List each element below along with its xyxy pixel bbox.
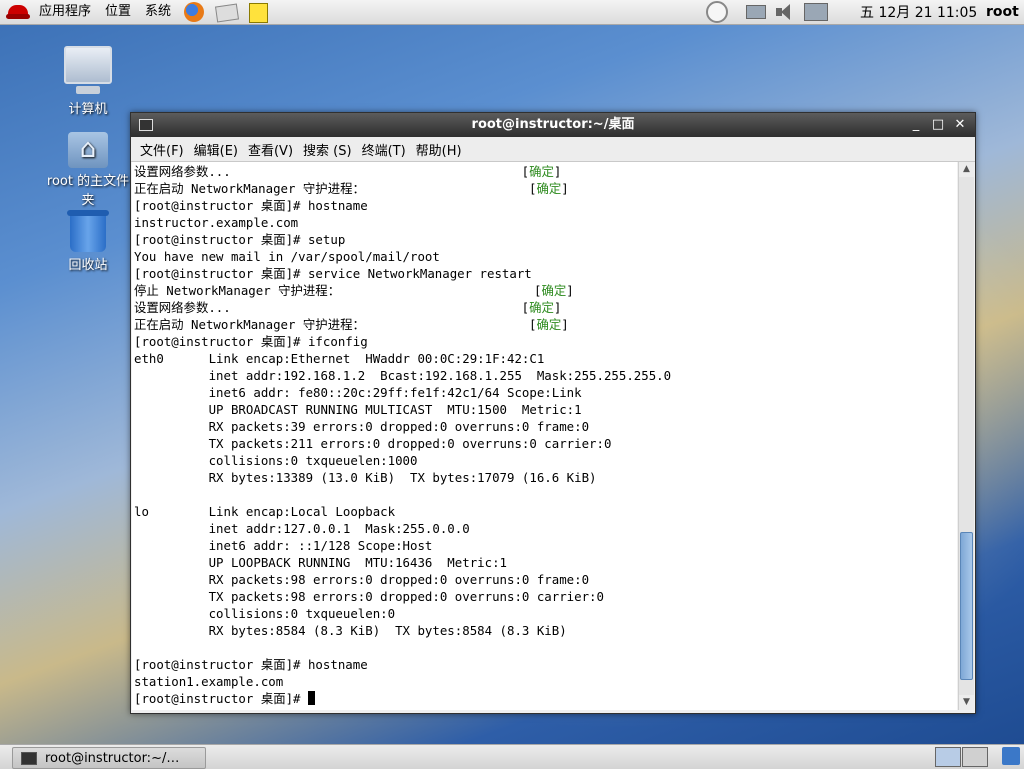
panel-clock[interactable]: 五 12月 21 11:05 bbox=[860, 2, 977, 22]
terminal-line: 正在启动 NetworkManager 守护进程： [确定] bbox=[134, 181, 569, 196]
menu-terminal[interactable]: 终端(T) bbox=[357, 140, 411, 159]
terminal-cursor bbox=[307, 691, 315, 705]
terminal-line: RX bytes:8584 (8.3 KiB) TX bytes:8584 (8… bbox=[134, 623, 567, 638]
workspace-1[interactable] bbox=[935, 747, 961, 767]
workspace-2[interactable] bbox=[962, 747, 988, 767]
notes-launcher-icon[interactable] bbox=[246, 1, 270, 23]
status-ok-label: 确定 bbox=[529, 300, 554, 315]
terminal-scrollbar[interactable]: ▲ ▼ bbox=[958, 162, 974, 710]
status-ok-label: 确定 bbox=[536, 181, 562, 196]
menu-edit[interactable]: 编辑(E) bbox=[189, 140, 243, 159]
menu-view[interactable]: 查看(V) bbox=[243, 140, 298, 159]
scroll-down-arrow-icon[interactable]: ▼ bbox=[959, 695, 974, 710]
scroll-up-arrow-icon[interactable]: ▲ bbox=[959, 162, 974, 177]
desktop-icon-computer[interactable]: 计算机 bbox=[42, 46, 134, 117]
trash-applet-icon[interactable] bbox=[1002, 747, 1020, 765]
terminal-line: 停止 NetworkManager 守护进程： [确定] bbox=[134, 283, 574, 298]
terminal-line: [root@instructor 桌面]# hostname bbox=[134, 657, 368, 672]
terminal-line: [root@instructor 桌面]# ifconfig bbox=[134, 334, 368, 349]
terminal-line: 正在启动 NetworkManager 守护进程： [确定] bbox=[134, 317, 569, 332]
network-printer-icon[interactable] bbox=[746, 5, 766, 19]
terminal-line: TX packets:98 errors:0 dropped:0 overrun… bbox=[134, 589, 604, 604]
computer-icon bbox=[64, 46, 112, 94]
terminal-line: [root@instructor 桌面]# service NetworkMan… bbox=[134, 266, 532, 281]
network-icon[interactable] bbox=[804, 3, 828, 21]
terminal-line: UP BROADCAST RUNNING MULTICAST MTU:1500 … bbox=[134, 402, 582, 417]
terminal-line: You have new mail in /var/spool/mail/roo… bbox=[134, 249, 440, 264]
terminal-line: UP LOOPBACK RUNNING MTU:16436 Metric:1 bbox=[134, 555, 507, 570]
window-titlebar[interactable]: root@instructor:~/桌面 _ □ ✕ bbox=[131, 113, 975, 137]
minimize-button[interactable]: _ bbox=[907, 116, 925, 134]
terminal-line: 设置网络参数... [确定] bbox=[134, 300, 562, 315]
desktop-icon-label: 回收站 bbox=[68, 258, 108, 273]
terminal-line: inet6 addr: fe80::20c:29ff:fe1f:42c1/64 … bbox=[134, 385, 582, 400]
bottom-panel: root@instructor:~/… bbox=[0, 744, 1024, 769]
status-ok-label: 确定 bbox=[529, 164, 554, 179]
terminal-line: RX packets:39 errors:0 dropped:0 overrun… bbox=[134, 419, 590, 434]
menu-system[interactable]: 系统 bbox=[138, 0, 178, 24]
scrollbar-thumb[interactable] bbox=[960, 532, 973, 680]
terminal-line: inet6 addr: ::1/128 Scope:Host bbox=[134, 538, 433, 553]
terminal-line: TX packets:211 errors:0 dropped:0 overru… bbox=[134, 436, 612, 451]
redhat-logo-icon[interactable] bbox=[6, 2, 30, 22]
menu-help[interactable]: 帮助(H) bbox=[411, 140, 467, 159]
terminal-line: [root@instructor 桌面]# bbox=[134, 691, 308, 706]
terminal-text: 设置网络参数... [确定] 正在启动 NetworkManager 守护进程：… bbox=[132, 162, 957, 708]
window-menubar: 文件(F) 编辑(E) 查看(V) 搜索 (S) 终端(T) 帮助(H) bbox=[131, 137, 975, 162]
terminal-line: 设置网络参数... [确定] bbox=[134, 164, 562, 179]
terminal-line: station1.example.com bbox=[134, 674, 284, 689]
volume-icon[interactable] bbox=[776, 4, 796, 20]
desktop-icon-label: root 的主文件夹 bbox=[46, 174, 130, 208]
terminal-line: inet addr:192.168.1.2 Bcast:192.168.1.25… bbox=[134, 368, 672, 383]
window-title: root@instructor:~/桌面 bbox=[471, 117, 635, 132]
desktop-icon-label: 计算机 bbox=[68, 102, 108, 117]
terminal-line: collisions:0 txqueuelen:0 bbox=[134, 606, 396, 621]
mail-launcher-icon[interactable] bbox=[214, 1, 240, 23]
terminal-line: instructor.example.com bbox=[134, 215, 299, 230]
trash-icon bbox=[67, 210, 109, 252]
taskbar-label: root@instructor:~/… bbox=[45, 750, 180, 766]
maximize-button[interactable]: □ bbox=[929, 116, 947, 134]
desktop-icon-trash[interactable]: 回收站 bbox=[42, 210, 134, 273]
menu-places[interactable]: 位置 bbox=[98, 0, 138, 24]
top-panel: 应用程序 位置 系统 五 12月 21 11:05 root bbox=[0, 0, 1024, 25]
clock-applet-icon[interactable] bbox=[706, 1, 728, 23]
terminal-line: [root@instructor 桌面]# setup bbox=[134, 232, 346, 247]
terminal-icon bbox=[21, 751, 37, 765]
terminal-line: collisions:0 txqueuelen:1000 bbox=[134, 453, 418, 468]
terminal-line: RX bytes:13389 (13.0 KiB) TX bytes:17079… bbox=[134, 470, 597, 485]
desktop-icon-home[interactable]: root 的主文件夹 bbox=[42, 132, 134, 208]
menu-file[interactable]: 文件(F) bbox=[135, 140, 189, 159]
firefox-launcher-icon[interactable] bbox=[182, 1, 206, 23]
status-ok-label: 确定 bbox=[536, 317, 562, 332]
terminal-line: inet addr:127.0.0.1 Mask:255.0.0.0 bbox=[134, 521, 470, 536]
menu-applications[interactable]: 应用程序 bbox=[32, 0, 98, 24]
home-folder-icon bbox=[68, 132, 108, 168]
menu-search[interactable]: 搜索 (S) bbox=[298, 140, 357, 159]
panel-user[interactable]: root bbox=[986, 4, 1019, 20]
terminal-line: lo Link encap:Local Loopback bbox=[134, 504, 396, 519]
status-ok-label: 确定 bbox=[541, 283, 567, 298]
close-button[interactable]: ✕ bbox=[951, 116, 969, 134]
taskbar-terminal-button[interactable]: root@instructor:~/… bbox=[12, 747, 206, 769]
terminal-line: [root@instructor 桌面]# hostname bbox=[134, 198, 368, 213]
terminal-line: eth0 Link encap:Ethernet HWaddr 00:0C:29… bbox=[134, 351, 545, 366]
terminal-window[interactable]: root@instructor:~/桌面 _ □ ✕ 文件(F) 编辑(E) 查… bbox=[130, 112, 976, 714]
terminal-output[interactable]: 设置网络参数... [确定] 正在启动 NetworkManager 守护进程：… bbox=[132, 162, 957, 710]
terminal-line: RX packets:98 errors:0 dropped:0 overrun… bbox=[134, 572, 590, 587]
